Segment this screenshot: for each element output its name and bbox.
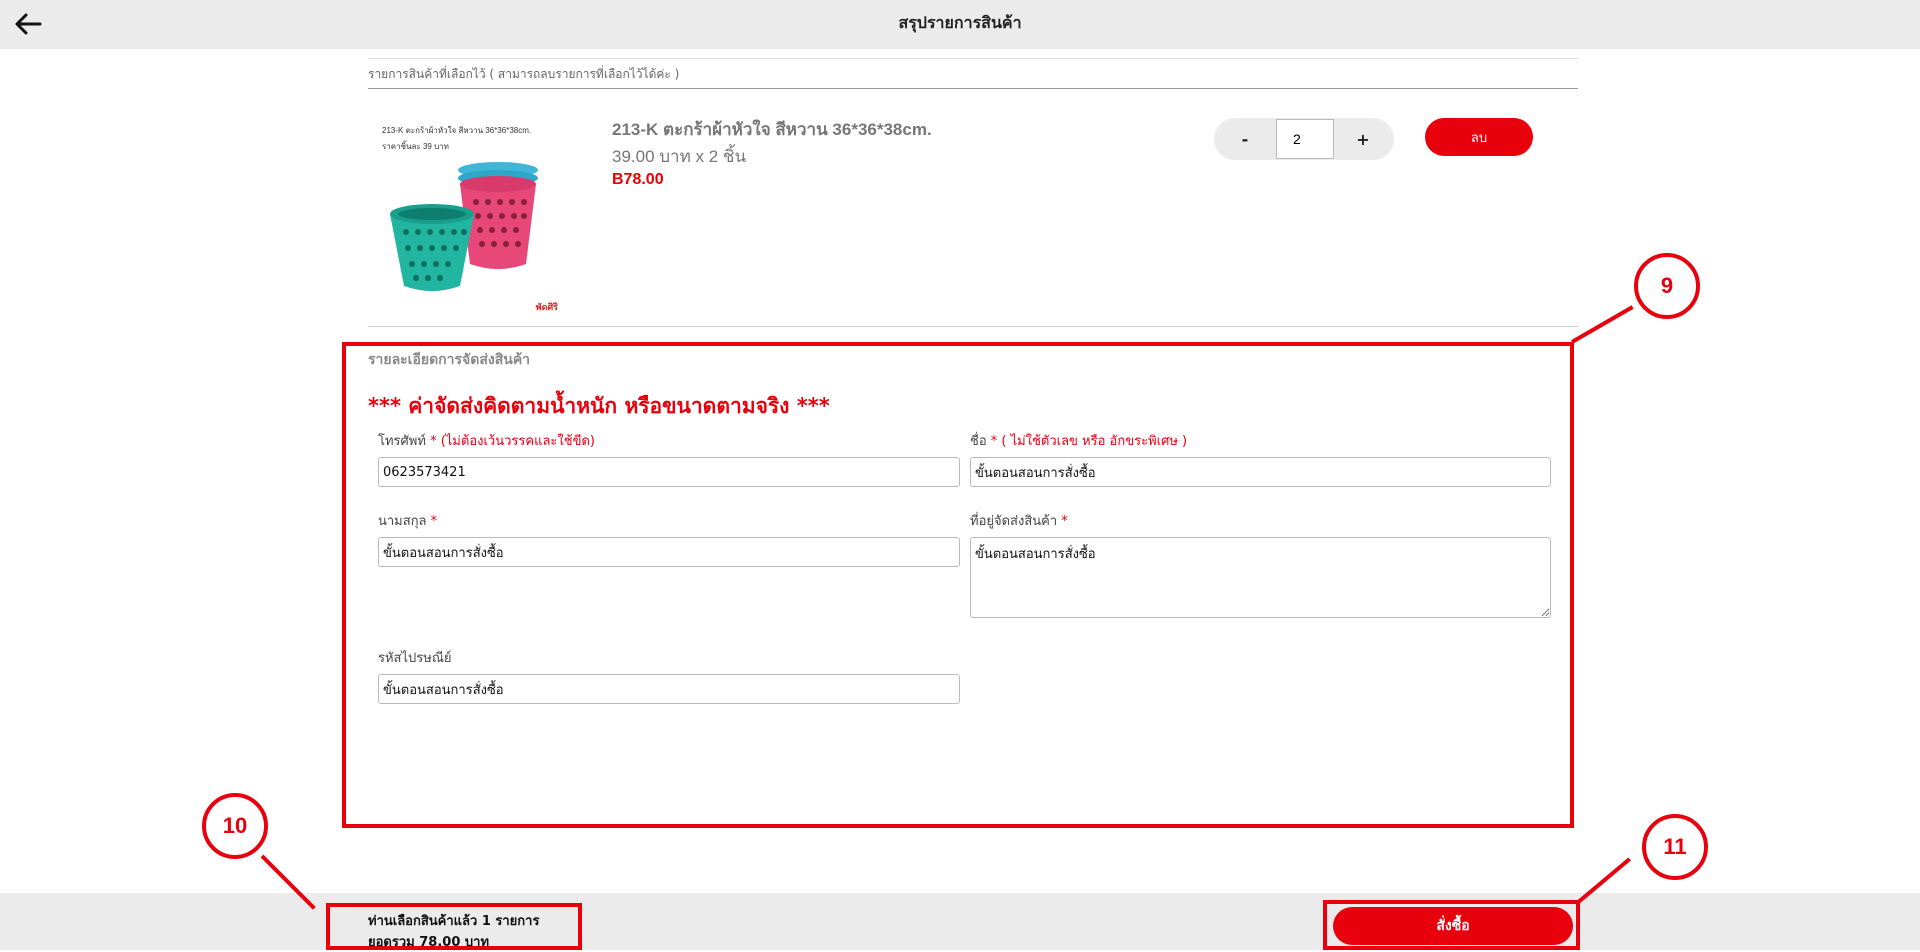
- lastname-input[interactable]: [378, 537, 960, 567]
- page-title: สรุปรายการสินค้า: [898, 13, 1022, 32]
- order-button[interactable]: สั่งซื้อ: [1333, 907, 1573, 945]
- basket-illustration: [390, 162, 538, 291]
- postcode-label-text: รหัสไปรษณีย์: [378, 651, 452, 666]
- quantity-stepper: - +: [1214, 118, 1394, 160]
- annotation-badge-9: 9: [1634, 253, 1700, 319]
- divider: [368, 326, 1578, 327]
- postcode-label: รหัสไปรษณีย์: [378, 647, 452, 668]
- divider: [368, 88, 1578, 89]
- product-image: 213-K ตะกร้าผ้าหัวใจ สีหวาน 36*36*38cm. …: [372, 114, 564, 318]
- annotation-badge-10: 10: [202, 793, 268, 859]
- firstname-hint: * ( ไม่ใช้ตัวเลข หรือ อักขระพิเศษ ): [986, 434, 1188, 449]
- address-label: ที่อยู่จัดส่งสินค้า *: [970, 510, 1068, 531]
- shipping-cost-note: *** ค่าจัดส่งคิดตามน้ำหนัก หรือขนาดตามจร…: [368, 394, 830, 418]
- phone-input[interactable]: [378, 457, 960, 487]
- phone-label-text: โทรศัพท์: [378, 434, 426, 449]
- delete-item-button[interactable]: ลบ: [1425, 118, 1533, 156]
- annotation-badge-11: 11: [1642, 814, 1708, 880]
- divider: [368, 58, 1578, 59]
- phone-hint: * (ไม่ต้องเว้นวรรคและใช้ขีด): [425, 434, 595, 449]
- cart-caption: รายการสินค้าที่เลือกไว้ ( สามารถลบรายการ…: [368, 67, 680, 81]
- address-label-text: ที่อยู่จัดส่งสินค้า: [970, 514, 1058, 529]
- summary-total: ยอดรวม 78.00 บาท: [368, 935, 490, 950]
- lastname-label: นามสกุล *: [378, 510, 437, 531]
- top-bar: สรุปรายการสินค้า: [0, 0, 1920, 49]
- decrease-quantity-button[interactable]: -: [1214, 118, 1276, 160]
- product-name: 213-K ตะกร้าผ้าหัวใจ สีหวาน 36*36*38cm.: [612, 120, 932, 139]
- shipping-section-title: รายละเอียดการจัดส่งสินค้า: [368, 352, 531, 368]
- firstname-input[interactable]: [970, 457, 1551, 487]
- firstname-label-text: ชื่อ: [970, 434, 987, 449]
- increase-quantity-button[interactable]: +: [1332, 118, 1394, 160]
- product-total: B78.00: [612, 171, 664, 188]
- phone-label: โทรศัพท์ * (ไม่ต้องเว้นวรรคและใช้ขีด): [378, 430, 595, 451]
- lastname-hint: *: [426, 514, 438, 529]
- footer-bar: [0, 893, 1920, 950]
- summary-item-count: ท่านเลือกสินค้าแล้ว 1 รายการ: [368, 914, 540, 929]
- quantity-input[interactable]: [1276, 119, 1334, 159]
- annotation-leader-9: [1571, 305, 1634, 344]
- product-unit-price: 39.00 บาท x 2 ชิ้น: [612, 147, 747, 166]
- image-brand-logo: พัดศิริ: [535, 303, 558, 313]
- postcode-input[interactable]: [378, 674, 960, 704]
- address-hint: *: [1057, 514, 1068, 529]
- lastname-label-text: นามสกุล: [378, 514, 427, 529]
- address-textarea[interactable]: ขั้นตอนสอนการสั่งซื้อ: [970, 537, 1551, 618]
- firstname-label: ชื่อ * ( ไม่ใช้ตัวเลข หรือ อักขระพิเศษ ): [970, 430, 1187, 451]
